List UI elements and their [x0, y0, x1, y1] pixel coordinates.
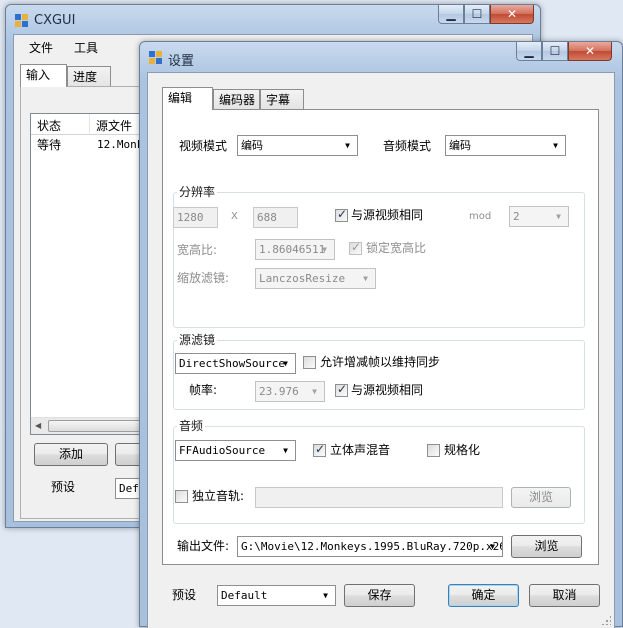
audio-source-combo[interactable]: FFAudioSource ▼ — [175, 440, 296, 461]
aspect-combo[interactable]: 1.86046511 ▼ — [255, 239, 335, 260]
settings-window: 设置 ▁ ☐ ✕ 编辑 编码器 字幕 视频模式 编码 ▼ 音频模式 编码 ▼ 分… — [139, 41, 623, 628]
settings-window-title: 设置 — [168, 54, 195, 69]
chevron-down-icon: ▼ — [490, 542, 495, 551]
tab-progress[interactable]: 进度 — [67, 66, 111, 87]
mod-label: mod — [469, 211, 492, 222]
separate-track-checkbox[interactable] — [175, 490, 188, 503]
main-caption-buttons: ▁ ☐ ✕ — [438, 5, 534, 25]
audio-mode-label: 音频模式 — [383, 139, 432, 153]
tab-input[interactable]: 输入 — [20, 64, 67, 87]
stereo-downmix-checkbox[interactable] — [313, 442, 326, 457]
chevron-down-icon: ▼ — [345, 141, 350, 150]
chevron-down-icon: ▼ — [553, 141, 558, 150]
add-button[interactable]: 添加 — [34, 443, 108, 466]
separate-track-label[interactable]: 独立音轨: — [192, 488, 244, 504]
chevron-down-icon: ▼ — [556, 212, 561, 221]
settings-close-button[interactable]: ✕ — [568, 42, 612, 61]
settings-app-icon — [149, 51, 163, 65]
height-input[interactable]: 688 — [253, 207, 298, 228]
resize-filter-label: 缩放滤镜: — [177, 271, 230, 285]
main-maximize-button[interactable]: ☐ — [464, 5, 490, 24]
scroll-thumb[interactable] — [48, 420, 148, 432]
lock-aspect-label[interactable]: 锁定宽高比 — [366, 240, 426, 256]
tab-encoder[interactable]: 编码器 — [213, 89, 260, 110]
lock-aspect-checkbox[interactable] — [349, 240, 362, 255]
chevron-down-icon: ▼ — [363, 274, 368, 283]
edit-tab-panel: 视频模式 编码 ▼ 音频模式 编码 ▼ 分辨率 1280 X 688 与源视频相… — [162, 109, 599, 565]
main-titlebar[interactable]: CXGUI ▁ ☐ ✕ — [6, 5, 540, 35]
app-icon — [15, 14, 29, 28]
minimize-icon: ▁ — [524, 44, 534, 58]
settings-minimize-button[interactable]: ▁ — [516, 42, 542, 61]
maximize-icon: ☐ — [549, 44, 561, 58]
allow-frame-change-checkbox[interactable] — [303, 356, 316, 369]
minimize-icon: ▁ — [446, 7, 456, 21]
chevron-down-icon: ▼ — [312, 387, 317, 396]
header-separator — [89, 114, 90, 135]
fps-label: 帧率: — [189, 383, 218, 397]
settings-preset-combo[interactable]: Default ▼ — [217, 585, 336, 606]
ok-button[interactable]: 确定 — [448, 584, 519, 607]
normalize-label[interactable]: 规格化 — [444, 442, 480, 458]
header-status[interactable]: 状态 — [37, 117, 61, 134]
stereo-downmix-label[interactable]: 立体声混音 — [330, 442, 390, 458]
resolution-x-separator: X — [231, 211, 238, 222]
output-file-combo[interactable]: G:\Movie\12.Monkeys.1995.BluRay.720p.x26… — [237, 536, 503, 557]
source-filter-group — [173, 340, 585, 410]
main-window-title: CXGUI — [34, 13, 76, 28]
resize-filter-combo[interactable]: LanczosResize ▼ — [255, 268, 376, 289]
fps-combo[interactable]: 23.976 ▼ — [255, 381, 325, 402]
separate-track-browse-button[interactable]: 浏览 — [511, 487, 571, 508]
separate-track-path-input[interactable] — [255, 487, 503, 508]
maximize-icon: ☐ — [471, 7, 483, 21]
preset-label: 预设 — [51, 480, 76, 494]
allow-frame-change-label[interactable]: 允许增减帧以维持同步 — [320, 354, 440, 370]
close-icon: ✕ — [584, 44, 596, 58]
chevron-down-icon: ▼ — [283, 446, 288, 455]
scroll-left-icon[interactable]: ◀ — [35, 421, 41, 430]
chevron-down-icon: ▼ — [323, 591, 328, 600]
settings-maximize-button[interactable]: ☐ — [542, 42, 568, 61]
video-mode-combo[interactable]: 编码 ▼ — [237, 135, 358, 156]
resolution-same-checkbox[interactable] — [335, 207, 348, 222]
fps-same-label[interactable]: 与源视频相同 — [351, 382, 423, 398]
main-close-button[interactable]: ✕ — [490, 5, 534, 24]
settings-preset-label: 预设 — [172, 588, 197, 602]
row-status: 等待 — [37, 138, 62, 152]
tab-subtitle[interactable]: 字幕 — [260, 89, 304, 110]
audio-mode-combo[interactable]: 编码 ▼ — [445, 135, 566, 156]
main-minimize-button[interactable]: ▁ — [438, 5, 464, 24]
video-mode-label: 视频模式 — [179, 139, 228, 153]
aspect-label: 宽高比: — [177, 243, 218, 257]
chevron-down-icon: ▼ — [322, 245, 327, 254]
fps-same-checkbox[interactable] — [335, 382, 348, 397]
width-input[interactable]: 1280 — [173, 207, 218, 228]
source-filter-combo[interactable]: DirectShowSource ▼ — [175, 353, 296, 374]
save-button[interactable]: 保存 — [344, 584, 415, 607]
output-browse-button[interactable]: 浏览 — [511, 535, 582, 558]
resolution-group-title: 分辨率 — [177, 184, 218, 200]
mod-combo[interactable]: 2 ▼ — [509, 206, 569, 227]
close-icon: ✕ — [506, 7, 518, 21]
normalize-checkbox[interactable] — [427, 444, 440, 457]
settings-titlebar[interactable]: 设置 ▁ ☐ ✕ — [140, 42, 622, 72]
audio-group-title: 音频 — [177, 418, 206, 434]
settings-caption-buttons: ▁ ☐ ✕ — [516, 42, 612, 62]
tab-edit[interactable]: 编辑 — [162, 87, 213, 110]
chevron-down-icon: ▼ — [283, 359, 288, 368]
menu-file[interactable]: 文件 — [23, 38, 59, 58]
resize-grip-icon[interactable] — [601, 615, 611, 625]
resolution-same-label[interactable]: 与源视频相同 — [351, 207, 423, 223]
menu-tools[interactable]: 工具 — [68, 38, 104, 58]
source-filter-group-title: 源滤镜 — [177, 332, 218, 348]
table-row[interactable]: 等待 12.Monkeys.1995.BluRay — [31, 136, 151, 154]
cancel-button[interactable]: 取消 — [529, 584, 600, 607]
header-source-file[interactable]: 源文件 — [96, 117, 132, 134]
settings-client: 编辑 编码器 字幕 视频模式 编码 ▼ 音频模式 编码 ▼ 分辨率 1280 X… — [147, 72, 615, 628]
output-file-label: 输出文件: — [177, 539, 230, 553]
